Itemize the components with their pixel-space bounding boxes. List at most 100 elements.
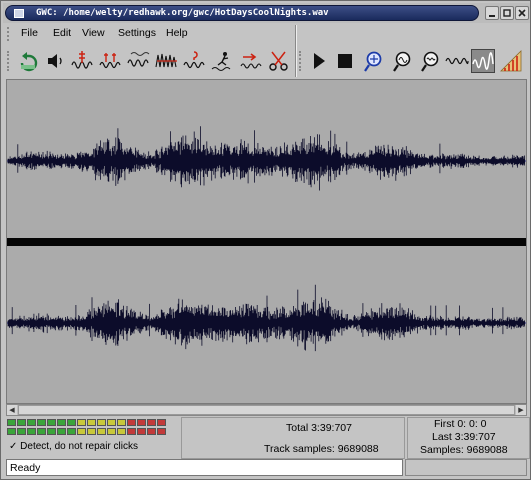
menu-settings[interactable]: Settings [118,27,156,39]
title-bar[interactable]: GWC: /home/welty/redhawk.org/gwc/HotDays… [3,3,530,23]
window-menu-icon[interactable] [14,9,24,18]
declick-button[interactable] [99,49,123,73]
meter-segment [7,428,16,435]
undo-button[interactable] [17,49,41,73]
meter-segment [147,428,156,435]
track-info-panel: Total 3:39:707 Track samples: 9689088 [181,417,405,459]
close-button[interactable] [515,6,529,20]
scroll-left-arrow-icon[interactable]: ◀ [7,405,17,415]
meter-segment [147,419,156,426]
meter-segment [57,428,66,435]
level-meter-left [7,419,173,426]
level-meters [7,419,173,437]
selection-first: First 0: 0: 0 [434,418,487,430]
close-icon [518,9,526,17]
track-samples: Track samples: 9689088 [264,443,379,455]
zoom-in-icon [393,51,411,72]
maximize-icon [503,9,511,17]
status-text: Ready [10,462,41,474]
meter-segment [37,419,46,426]
menu-bar: File Edit View Settings Help [3,25,295,43]
zoom-select-button[interactable] [363,49,387,73]
spectral-button[interactable] [471,49,495,73]
meter-segment [47,428,56,435]
meter-segment [67,428,76,435]
menu-edit[interactable]: Edit [53,27,71,39]
right-channel-waveform[interactable] [7,248,526,398]
meter-segment [157,419,166,426]
meter-segment [27,419,36,426]
speaker-button[interactable] [43,49,67,73]
denoise-icon [183,51,205,69]
menubar-grip[interactable] [7,27,11,41]
meter-segment [27,428,36,435]
meter-segment [77,428,86,435]
meter-segment [97,419,106,426]
meter-segment [97,428,106,435]
meter-segment [127,428,136,435]
amplify-button[interactable] [239,49,263,73]
scroll-thumb[interactable] [18,405,515,415]
zoom-in-button[interactable] [391,49,415,73]
stop-button[interactable] [333,49,357,73]
meter-segment [87,419,96,426]
menu-file[interactable]: File [21,27,38,39]
declick-strong-button[interactable] [71,49,95,73]
zoom-out-icon [421,51,439,72]
maximize-button[interactable] [500,6,514,20]
total-time: Total 3:39:707 [286,422,352,434]
spectral-icon [472,52,494,70]
view-all-button[interactable] [445,49,469,73]
detect-mode-check[interactable]: ✓ Detect, do not repair clicks [9,441,138,452]
noise-sample-icon [155,53,177,68]
cut-button[interactable] [267,49,291,73]
meter-segment [127,419,136,426]
selection-samples: Samples: 9689088 [420,444,508,456]
amplify-icon [240,53,262,69]
meter-segment [67,419,76,426]
menu-help[interactable]: Help [166,27,188,39]
scroll-right-arrow-icon[interactable]: ▶ [516,405,526,415]
zoom-out-button[interactable] [419,49,443,73]
minimize-button[interactable] [485,6,499,20]
meter-segment [87,428,96,435]
left-channel-waveform[interactable] [7,86,526,236]
speaker-icon [48,54,62,68]
mark-click-button[interactable] [211,49,235,73]
toolbar-grip[interactable] [7,51,11,71]
toolbar2-grip[interactable] [299,51,303,71]
declick-weak-button[interactable] [127,49,151,73]
meter-segment [107,419,116,426]
title-pill[interactable]: GWC: /home/welty/redhawk.org/gwc/HotDays… [5,5,479,21]
status-bar-secondary [405,459,527,476]
menu-view[interactable]: View [82,27,105,39]
noise-sample-button[interactable] [155,49,179,73]
zoom-select-icon [364,51,382,72]
status-area: ✓ Detect, do not repair clicks Total 3:3… [3,417,530,459]
meter-segment [37,428,46,435]
estimate-icon [500,50,522,72]
meter-segment [137,419,146,426]
transport-toolbar [297,45,528,77]
stop-icon [338,54,352,68]
selection-info-panel: First 0: 0: 0 Last 3:39:707 Samples: 968… [407,417,530,459]
denoise-button[interactable] [183,49,207,73]
meter-segment [7,419,16,426]
meter-segment [77,419,86,426]
declick-strong-icon [71,51,93,69]
window-title: GWC: /home/welty/redhawk.org/gwc/HotDays… [36,8,329,18]
mark-click-icon [211,52,231,71]
waveform-view[interactable] [6,79,527,404]
view-all-icon [445,57,469,65]
meter-segment [57,419,66,426]
meter-segment [17,428,26,435]
estimate-button[interactable] [499,49,523,73]
app-window: GWC: /home/welty/redhawk.org/gwc/HotDays… [0,0,531,480]
play-icon [314,53,325,69]
play-button[interactable] [307,49,331,73]
declick-weak-icon [127,52,150,67]
horizontal-scrollbar[interactable]: ◀ ▶ [6,404,527,416]
minimize-icon [489,15,495,17]
meter-segment [137,428,146,435]
meter-segment [117,428,126,435]
